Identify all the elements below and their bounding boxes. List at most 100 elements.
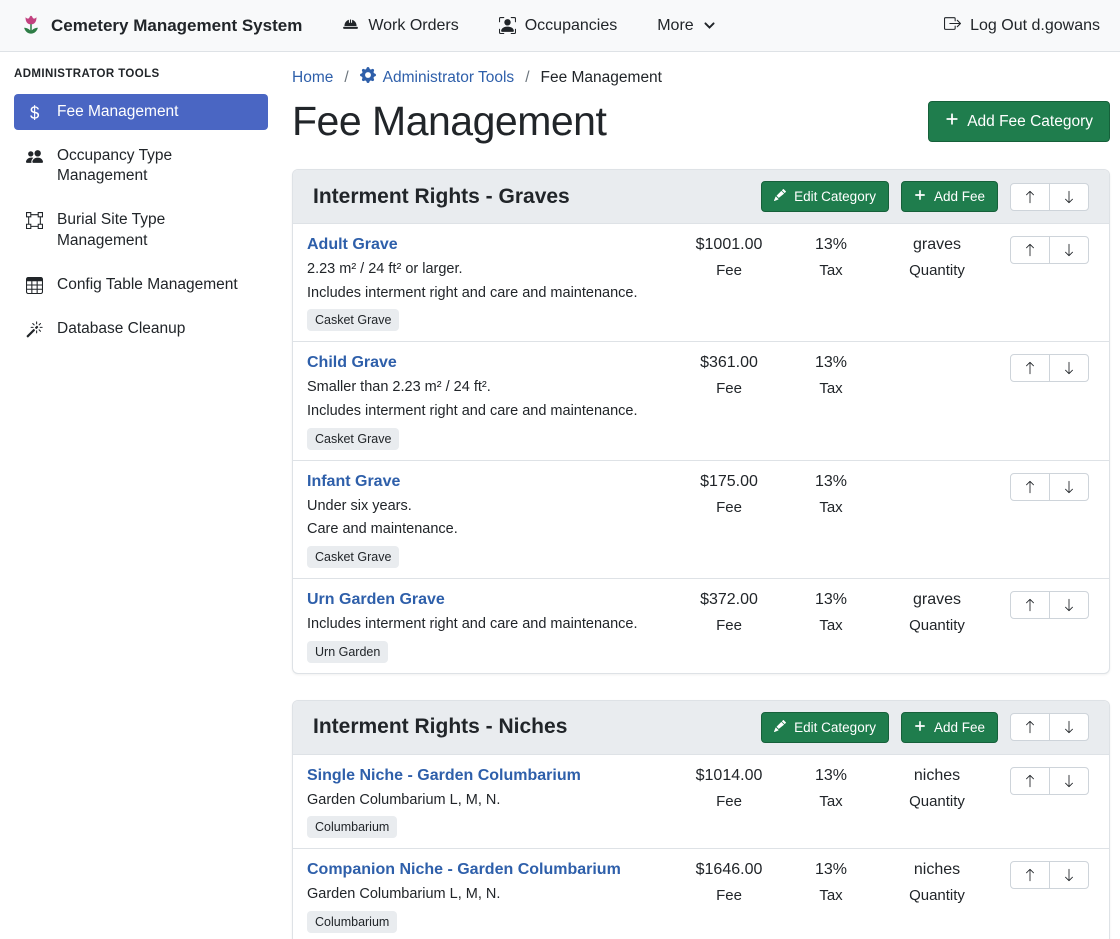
fee-tax: 13% — [781, 591, 881, 609]
app-title: Cemetery Management System — [51, 16, 302, 36]
move-fee-up-button[interactable] — [1010, 354, 1050, 382]
sidebar-item-burial-site-type-management[interactable]: Burial Site Type Management — [14, 202, 268, 258]
move-fee-up-button[interactable] — [1010, 591, 1050, 619]
hard-hat-icon — [342, 17, 359, 34]
fee-reorder-group — [993, 767, 1089, 795]
logout-button[interactable]: Log Out d.gowans — [944, 15, 1100, 37]
fee-reorder-group — [993, 591, 1089, 619]
nav-occupancies[interactable]: Occupancies — [499, 17, 618, 35]
nav-work-orders-label: Work Orders — [368, 17, 458, 35]
move-fee-down-button[interactable] — [1049, 354, 1089, 382]
category-header: Interment Rights - Graves Edit Category … — [293, 170, 1109, 224]
sidebar-item-config-table-management[interactable]: Config Table Management — [14, 267, 268, 303]
add-fee-button[interactable]: Add Fee — [901, 181, 998, 212]
arrow-down-icon — [1062, 243, 1076, 257]
fee-amount-col: $1001.00 Fee — [677, 236, 781, 279]
fee-tax-label: Tax — [781, 887, 881, 904]
sidebar-item-database-cleanup[interactable]: Database Cleanup — [14, 311, 268, 347]
breadcrumb-current: Fee Management — [541, 69, 663, 87]
sidebar-heading: ADMINISTRATOR TOOLS — [14, 68, 268, 80]
move-fee-up-button[interactable] — [1010, 236, 1050, 264]
fee-name-link[interactable]: Urn Garden Grave — [307, 591, 445, 609]
fee-row: Child Grave Smaller than 2.23 m² / 24 ft… — [293, 341, 1109, 459]
fee-reorder-group — [993, 236, 1089, 264]
move-category-up-button[interactable] — [1010, 713, 1050, 741]
edit-category-button[interactable]: Edit Category — [761, 712, 889, 743]
arrow-up-icon — [1023, 190, 1037, 204]
arrow-down-icon — [1062, 868, 1076, 882]
fee-quantity-col: graves Quantity — [881, 591, 993, 634]
fee-name-link[interactable]: Infant Grave — [307, 473, 400, 491]
people-icon — [26, 148, 44, 165]
fee-tax-label: Tax — [781, 617, 881, 634]
tulip-logo-icon — [20, 15, 42, 37]
fee-description: Care and maintenance. — [307, 521, 677, 538]
nav-more-dropdown[interactable]: More — [657, 17, 715, 35]
edit-category-button[interactable]: Edit Category — [761, 181, 889, 212]
arrow-down-icon — [1062, 720, 1076, 734]
category-title: Interment Rights - Graves — [313, 185, 749, 209]
sidebar-item-label: Database Cleanup — [57, 319, 185, 339]
fee-type-badge: Casket Grave — [307, 309, 399, 331]
fee-description: Garden Columbarium L, M, N. — [307, 886, 677, 903]
admin-tools-sidebar: ADMINISTRATOR TOOLS Fee Management Occup… — [0, 52, 280, 939]
fee-amount-col: $1014.00 Fee — [677, 767, 781, 810]
fee-tax-col: 13% Tax — [781, 591, 881, 634]
move-category-down-button[interactable] — [1049, 713, 1089, 741]
move-fee-down-button[interactable] — [1049, 767, 1089, 795]
sidebar-item-fee-management[interactable]: Fee Management — [14, 94, 268, 130]
move-fee-up-button[interactable] — [1010, 861, 1050, 889]
fee-tax: 13% — [781, 861, 881, 879]
fee-tax: 13% — [781, 767, 881, 785]
fee-amount-label: Fee — [677, 262, 781, 279]
fee-tax: 13% — [781, 473, 881, 491]
app-brand[interactable]: Cemetery Management System — [20, 15, 302, 37]
arrow-down-icon — [1062, 480, 1076, 494]
arrow-up-icon — [1023, 868, 1037, 882]
add-fee-button[interactable]: Add Fee — [901, 712, 998, 743]
fee-description: Includes interment right and care and ma… — [307, 285, 677, 302]
nav-links: Work Orders Occupancies More — [342, 17, 715, 35]
fee-name-link[interactable]: Child Grave — [307, 354, 397, 372]
move-fee-down-button[interactable] — [1049, 473, 1089, 501]
move-category-up-button[interactable] — [1010, 183, 1050, 211]
move-fee-up-button[interactable] — [1010, 767, 1050, 795]
move-fee-down-button[interactable] — [1049, 861, 1089, 889]
sidebar-item-occupancy-type-management[interactable]: Occupancy Type Management — [14, 138, 268, 194]
plus-icon — [914, 189, 926, 204]
magic-wand-icon — [26, 321, 44, 338]
fee-row: Single Niche - Garden Columbarium Garden… — [293, 755, 1109, 849]
fee-row: Companion Niche - Garden Columbarium Gar… — [293, 848, 1109, 939]
add-fee-category-button[interactable]: Add Fee Category — [928, 101, 1110, 142]
fee-name-link[interactable]: Adult Grave — [307, 236, 398, 254]
fee-reorder-group — [993, 354, 1089, 382]
fee-quantity-label: Quantity — [881, 617, 993, 634]
nav-work-orders[interactable]: Work Orders — [342, 17, 458, 35]
fee-name-link[interactable]: Companion Niche - Garden Columbarium — [307, 861, 621, 879]
fee-quantity-label: Quantity — [881, 262, 993, 279]
arrow-down-icon — [1062, 774, 1076, 788]
move-fee-up-button[interactable] — [1010, 473, 1050, 501]
fee-row: Infant Grave Under six years. Care and m… — [293, 460, 1109, 578]
fee-quantity: graves — [881, 236, 993, 254]
breadcrumb-admin-tools-link[interactable]: Administrator Tools — [360, 67, 515, 88]
breadcrumb-home-link[interactable]: Home — [292, 69, 333, 87]
fee-description: Under six years. — [307, 498, 677, 515]
table-icon — [26, 277, 44, 294]
page-header: Fee Management Add Fee Category — [292, 98, 1110, 145]
fee-tax-col: 13% Tax — [781, 354, 881, 397]
fee-tax-label: Tax — [781, 499, 881, 516]
fee-name-link[interactable]: Single Niche - Garden Columbarium — [307, 767, 581, 785]
breadcrumb: Home / Administrator Tools / Fee Managem… — [292, 67, 1110, 88]
fee-tax: 13% — [781, 354, 881, 372]
move-category-down-button[interactable] — [1049, 183, 1089, 211]
fee-quantity-col: graves Quantity — [881, 236, 993, 279]
move-fee-down-button[interactable] — [1049, 591, 1089, 619]
move-fee-down-button[interactable] — [1049, 236, 1089, 264]
fee-amount-label: Fee — [677, 887, 781, 904]
fee-quantity-label: Quantity — [881, 793, 993, 810]
fee-tax-col: 13% Tax — [781, 236, 881, 279]
fee-amount: $1014.00 — [677, 767, 781, 785]
fee-quantity: niches — [881, 767, 993, 785]
arrow-down-icon — [1062, 598, 1076, 612]
